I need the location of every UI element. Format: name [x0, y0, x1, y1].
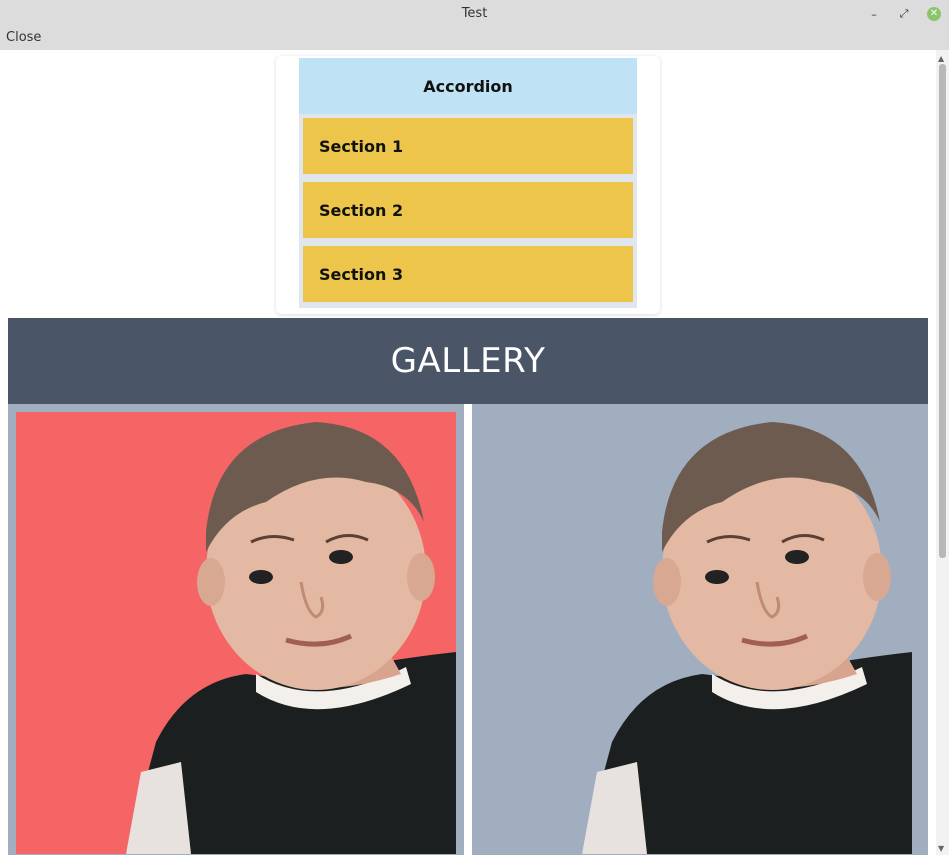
menu-bar: Close — [0, 28, 949, 50]
close-window-button[interactable]: ✕ — [926, 6, 942, 22]
gallery-grid — [8, 404, 928, 855]
accordion-header: Accordion — [299, 58, 637, 114]
scroll-up-icon[interactable]: ▲ — [938, 54, 944, 63]
menu-close[interactable]: Close — [6, 30, 41, 45]
content-viewport: Accordion Section 1 Section 2 Section 3 … — [0, 50, 936, 855]
accordion-section-1[interactable]: Section 1 — [303, 118, 633, 174]
accordion: Accordion Section 1 Section 2 Section 3 — [299, 58, 637, 308]
maximize-icon[interactable]: ⤢ — [896, 6, 912, 22]
scrollbar-thumb[interactable] — [939, 64, 946, 558]
accordion-section-3[interactable]: Section 3 — [303, 246, 633, 302]
scroll-down-icon[interactable]: ▼ — [938, 844, 944, 853]
window-title: Test — [461, 6, 488, 21]
child-portrait-image — [472, 412, 912, 854]
accordion-section-2[interactable]: Section 2 — [303, 182, 633, 238]
gallery-photo-1[interactable] — [16, 412, 456, 854]
child-portrait-image — [16, 412, 456, 854]
gallery-divider — [464, 404, 472, 855]
minimize-icon[interactable]: – — [866, 6, 882, 22]
gallery-photo-2[interactable] — [472, 412, 912, 854]
accordion-card: Accordion Section 1 Section 2 Section 3 — [276, 56, 660, 314]
gallery-title: GALLERY — [8, 318, 928, 404]
title-bar: Test – ⤢ ✕ — [0, 0, 949, 28]
vertical-scrollbar[interactable]: ▲ ▼ — [936, 50, 949, 855]
close-icon: ✕ — [927, 7, 941, 21]
